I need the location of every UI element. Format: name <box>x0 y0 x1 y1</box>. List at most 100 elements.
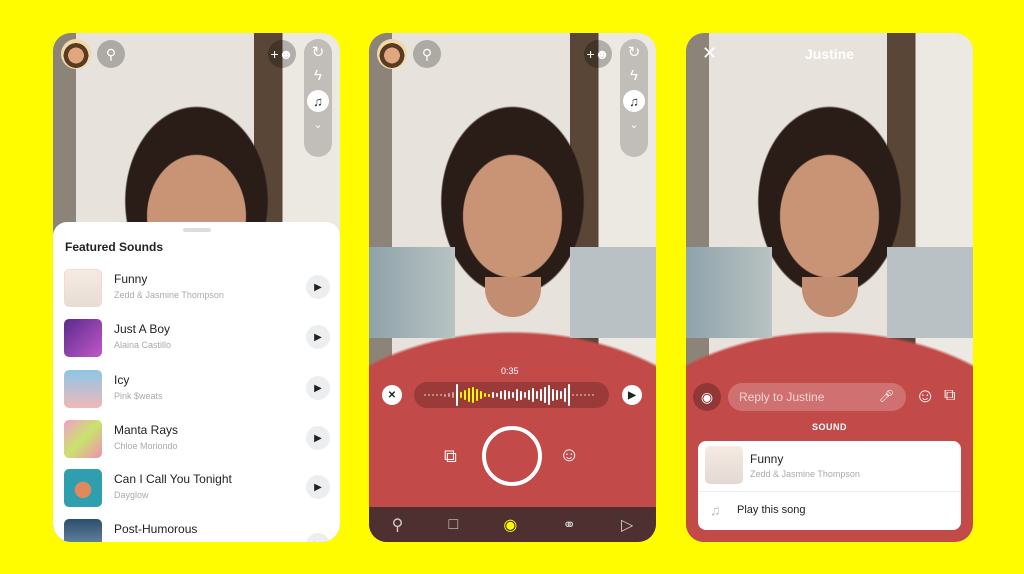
waveform-bar <box>432 394 434 396</box>
waveform-bar <box>440 394 442 396</box>
play-icon[interactable]: ▶ <box>306 475 330 499</box>
song-artist: Zedd & Jasmine Thompson <box>750 469 860 479</box>
album-art <box>64 420 102 458</box>
map-icon[interactable]: ⚲ <box>392 515 404 535</box>
waveform-bar <box>472 387 474 403</box>
smiley-icon[interactable]: ☺ <box>915 385 935 408</box>
lens-smiley-icon[interactable]: ☺ <box>559 444 579 467</box>
discover-icon[interactable]: ▷ <box>621 515 633 535</box>
song-artist: Dayglow <box>114 490 149 500</box>
waveform-bar <box>584 394 586 396</box>
waveform-bar <box>528 390 530 400</box>
phone-camera-sound: ⚲ +☻ ↻ ϟ ♫ ⌄ 0:35 ✕ ▶ ⧉ ☺ ⚲ □ ◉ ⚭ ▷ <box>369 33 656 542</box>
waveform-bar <box>512 392 514 398</box>
play-icon[interactable]: ▶ <box>622 385 642 405</box>
play-this-song-button[interactable]: ♫ Play this song <box>698 492 961 530</box>
avatar[interactable] <box>377 39 407 69</box>
flip-camera-icon[interactable]: ↻ <box>628 43 641 61</box>
flip-camera-icon[interactable]: ↻ <box>312 43 325 61</box>
waveform-bar <box>456 384 458 406</box>
play-icon[interactable]: ▶ <box>306 275 330 299</box>
song-artist: Zedd & Jasmine Thompson <box>114 290 224 300</box>
microphone-icon[interactable]: 🎤︎ <box>879 389 894 403</box>
play-icon[interactable]: ▶ <box>306 376 330 400</box>
waveform-bar <box>520 390 522 400</box>
search-icon[interactable]: ⚲ <box>97 40 125 68</box>
memories-icon[interactable]: ⧉ <box>444 446 457 467</box>
sound-card[interactable]: Funny Zedd & Jasmine Thompson ♫ Play thi… <box>698 441 961 530</box>
music-icon[interactable]: ♫ <box>623 90 645 112</box>
memories-icon[interactable]: ⧉ <box>944 387 955 405</box>
waveform-bar <box>424 394 426 396</box>
reply-placeholder: Reply to Justine <box>739 390 825 404</box>
camera-tools: ↻ ϟ ♫ ⌄ <box>304 39 332 157</box>
waveform-bar <box>428 394 430 396</box>
search-icon[interactable]: ⚲ <box>413 40 441 68</box>
waveform-bar <box>556 390 558 400</box>
add-friend-icon[interactable]: +☻ <box>268 40 296 68</box>
list-item[interactable]: Can I Call You Tonight Dayglow ▶ <box>64 469 330 509</box>
waveform-bar <box>560 391 562 399</box>
list-item[interactable]: Manta Rays Chloe Moriondo ▶ <box>64 420 330 460</box>
bottom-nav: ⚲ □ ◉ ⚭ ▷ <box>369 507 656 542</box>
song-title: Funny <box>750 452 784 466</box>
song-artist: Pink $weats <box>114 391 163 401</box>
waveform-bar <box>436 394 438 396</box>
camera-tools: ↻ ϟ ♫ ⌄ <box>620 39 648 157</box>
waveform-bar <box>532 388 534 402</box>
capture-button[interactable] <box>482 426 542 486</box>
camera-icon[interactable]: ◉ <box>503 515 517 535</box>
flash-off-icon[interactable]: ϟ <box>314 67 322 84</box>
music-note-icon: ♫ <box>710 502 721 518</box>
waveform-bar <box>444 393 446 397</box>
reply-input[interactable]: Reply to Justine 🎤︎ <box>728 383 906 411</box>
song-artist: Alaina Castillo <box>114 340 172 350</box>
music-icon[interactable]: ♫ <box>307 90 329 112</box>
waveform-bar <box>524 392 526 398</box>
phone-featured-sounds: ⚲ +☻ ↻ ϟ ♫ ⌄ Featured Sounds Funny Zedd &… <box>53 33 340 542</box>
album-art <box>64 269 102 307</box>
waveform-bar <box>540 389 542 401</box>
chat-icon[interactable]: □ <box>448 516 458 534</box>
album-art <box>64 370 102 408</box>
waveform-bar <box>452 392 454 398</box>
waveform-bar <box>468 388 470 402</box>
song-artist: Chloe Moriondo <box>114 441 178 451</box>
avatar[interactable] <box>61 39 91 69</box>
waveform-bar <box>580 394 582 396</box>
waveform-bar <box>552 389 554 401</box>
waveform-bar <box>536 391 538 399</box>
waveform-bar <box>504 390 506 400</box>
friends-icon[interactable]: ⚭ <box>562 515 575 535</box>
list-item[interactable]: Funny Zedd & Jasmine Thompson ▶ <box>64 269 330 309</box>
list-item[interactable]: Just A Boy Alaina Castillo ▶ <box>64 319 330 359</box>
sheet-title: Featured Sounds <box>65 240 164 254</box>
waveform-bar <box>464 390 466 400</box>
album-art <box>64 319 102 357</box>
waveform-bar <box>588 394 590 396</box>
featured-sounds-sheet: Featured Sounds Funny Zedd & Jasmine Thom… <box>53 222 340 542</box>
waveform-bar <box>488 393 490 397</box>
waveform-bar <box>564 388 566 402</box>
play-icon[interactable]: ▶ <box>306 426 330 450</box>
waveform-bar <box>500 391 502 399</box>
close-icon[interactable]: ✕ <box>382 385 402 405</box>
song-title: Icy <box>114 373 130 387</box>
play-icon[interactable]: ▶ <box>306 325 330 349</box>
waveform-bar <box>484 393 486 397</box>
play-icon[interactable]: ▶ <box>306 533 330 542</box>
waveform-bar <box>496 393 498 397</box>
camera-icon[interactable]: ◉ <box>693 383 721 411</box>
sound-waveform-scrubber[interactable] <box>414 382 609 408</box>
song-title: Just A Boy <box>114 322 171 336</box>
sheet-handle[interactable] <box>182 228 211 232</box>
chevron-down-icon[interactable]: ⌄ <box>629 118 638 131</box>
list-item[interactable]: Icy Pink $weats ▶ <box>64 370 330 410</box>
add-friend-icon[interactable]: +☻ <box>584 40 612 68</box>
flash-off-icon[interactable]: ϟ <box>630 67 638 84</box>
chevron-down-icon[interactable]: ⌄ <box>313 118 322 131</box>
waveform-bar <box>480 391 482 399</box>
song-title: Can I Call You Tonight <box>114 472 232 486</box>
phone-chat-reply: ✕ Justine ◉ Reply to Justine 🎤︎ ☺ ⧉ SOUND… <box>686 33 973 542</box>
list-item[interactable]: Post-Humorous ▶ <box>64 519 330 542</box>
